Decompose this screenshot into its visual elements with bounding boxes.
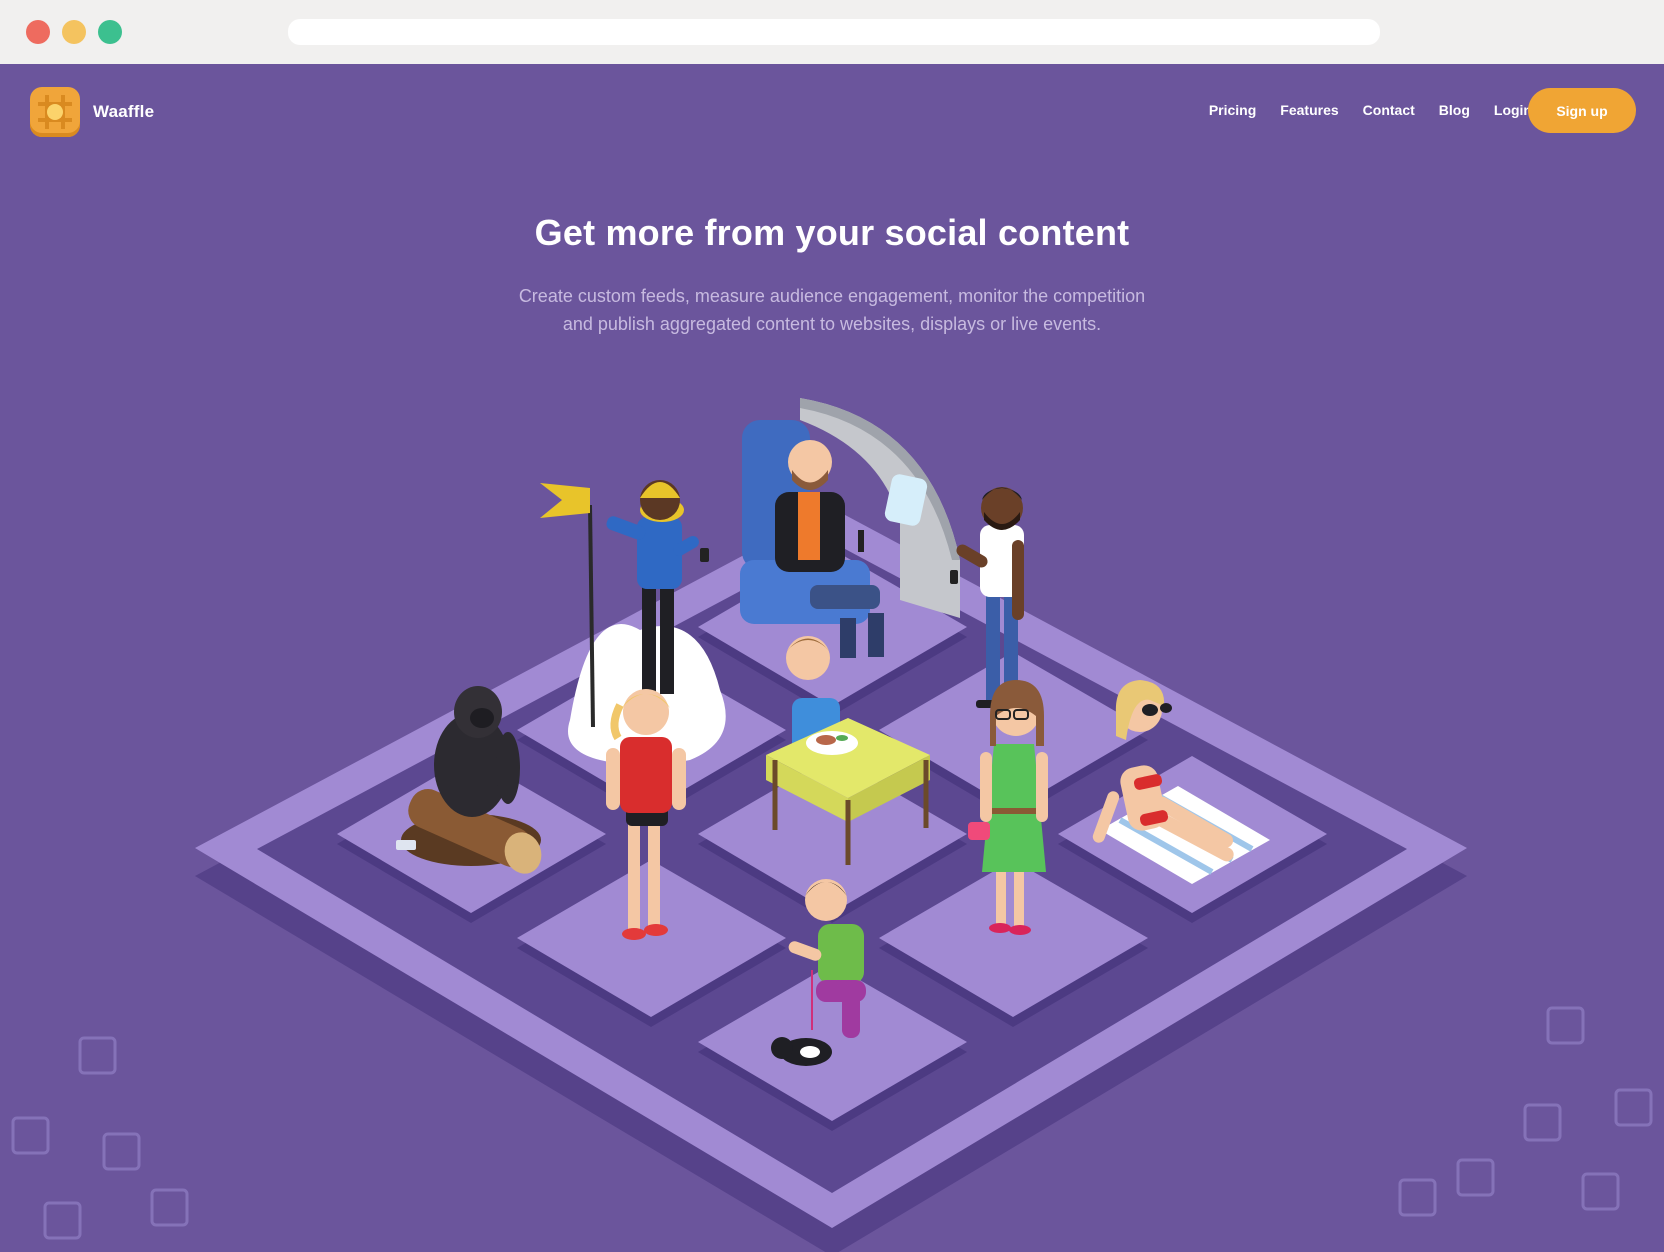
nav-item-contact[interactable]: Contact <box>1363 102 1415 118</box>
nav-item-login[interactable]: Login <box>1494 102 1532 118</box>
nav-item-pricing[interactable]: Pricing <box>1209 102 1256 118</box>
hero-subtitle: Create custom feeds, measure audience en… <box>432 282 1232 338</box>
waffle-icon <box>30 87 80 137</box>
hero-subtitle-line-1: Create custom feeds, measure audience en… <box>518 286 1146 306</box>
nav-item-blog[interactable]: Blog <box>1439 102 1470 118</box>
maximize-window-button[interactable] <box>98 20 122 44</box>
minimize-window-button[interactable] <box>62 20 86 44</box>
hero-subtitle-line-2: and publish aggregated content to websit… <box>562 314 1102 334</box>
browser-chrome <box>0 0 1664 65</box>
nav-item-features[interactable]: Features <box>1280 102 1338 118</box>
hero-title: Get more from your social content <box>534 212 1130 253</box>
brand-name: Waaffle <box>93 102 155 121</box>
landing-page: Waaffle Pricing Features Contact Blog Lo… <box>0 64 1664 1252</box>
top-nav: Pricing Features Contact Blog Login <box>1185 102 1532 118</box>
sign-up-button[interactable]: Sign up <box>1528 88 1636 133</box>
address-bar[interactable] <box>288 19 1380 45</box>
close-window-button[interactable] <box>26 20 50 44</box>
brand[interactable]: Waaffle <box>30 86 154 138</box>
